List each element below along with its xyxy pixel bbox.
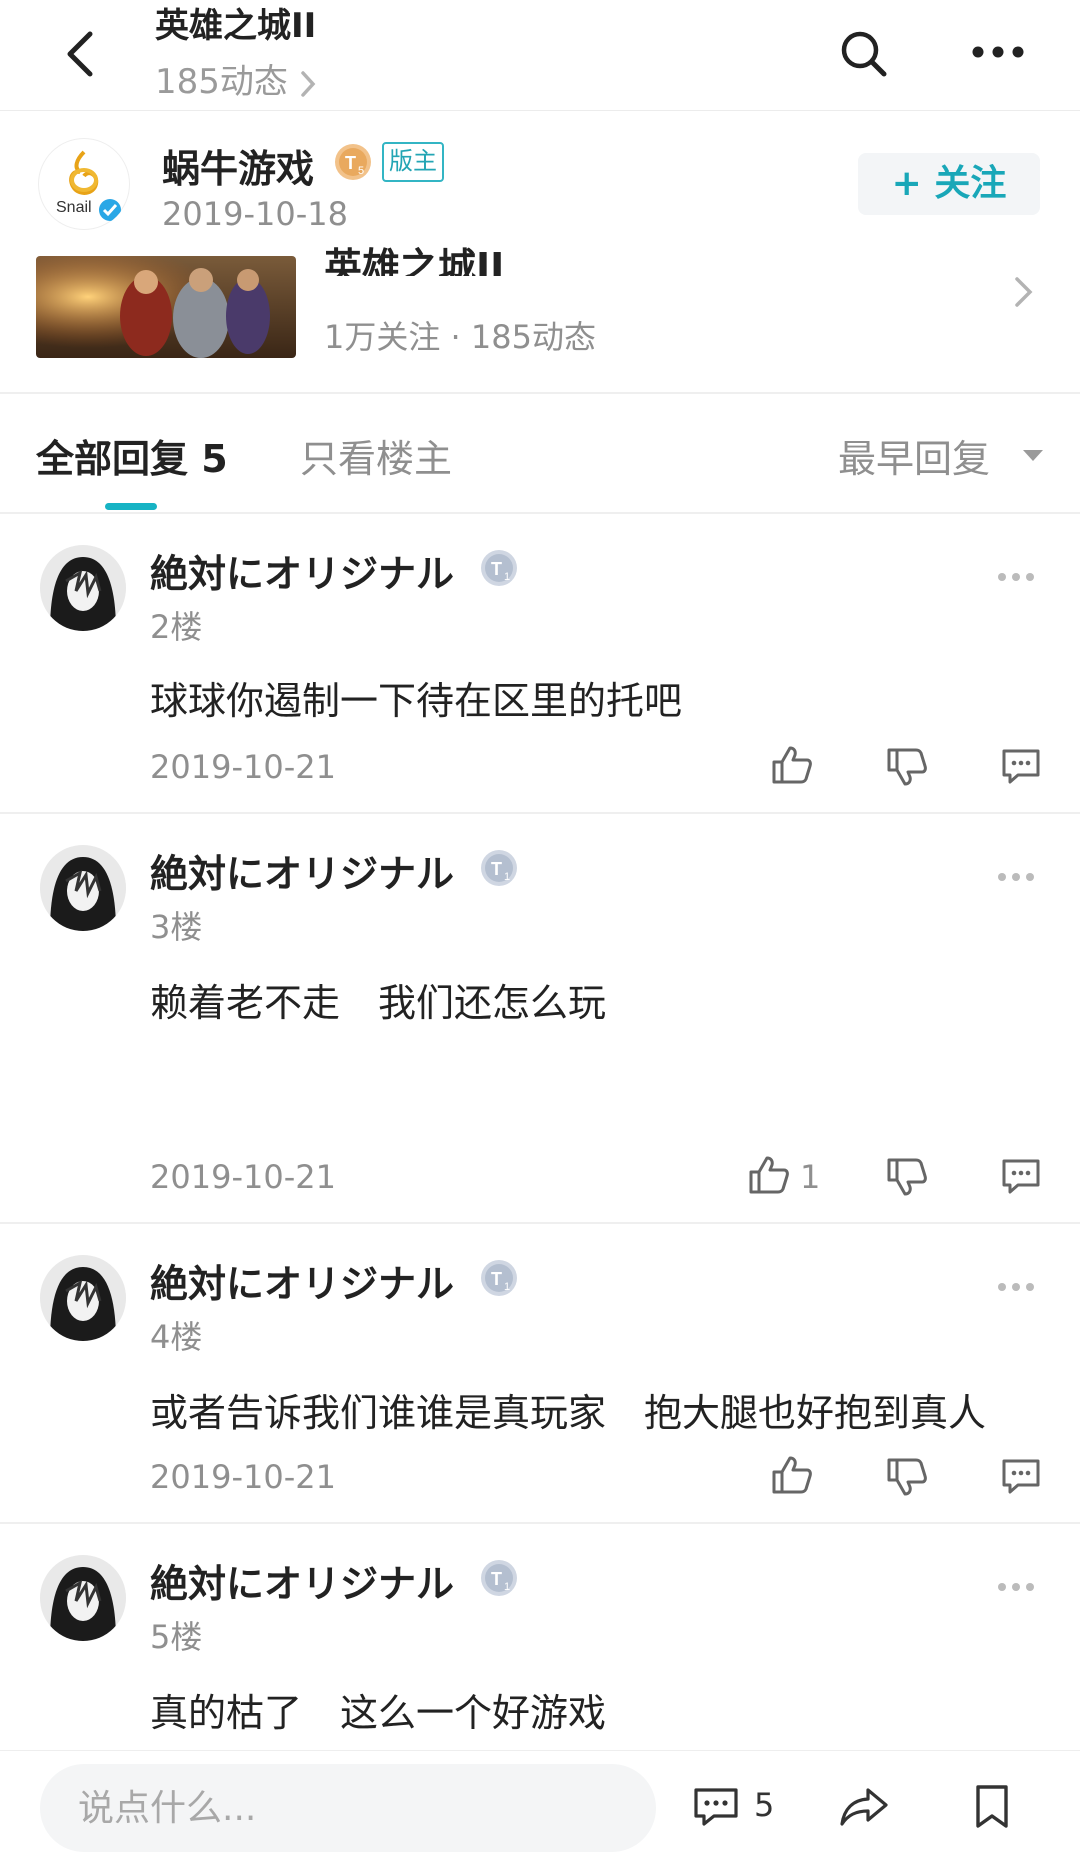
bookmark-icon[interactable] <box>974 1784 1010 1830</box>
level-badge-icon: T1 <box>479 848 519 888</box>
svg-text:T: T <box>491 1269 502 1289</box>
author-name[interactable]: 蜗牛游戏 <box>162 138 314 193</box>
comment-floor: 4楼 <box>150 1318 203 1356</box>
subtitle-text: 185动态 <box>155 62 288 102</box>
page-subtitle[interactable]: 185动态 <box>155 54 319 103</box>
comment-text: 球球你遏制一下待在区里的托吧 <box>150 679 683 723</box>
svg-text:1: 1 <box>504 571 510 583</box>
svg-text:T: T <box>345 153 356 173</box>
svg-text:T: T <box>491 859 502 879</box>
comment-date: 2019-10-21 <box>150 1158 336 1196</box>
level-badge-icon: T1 <box>479 548 519 588</box>
comment-text: 真的枯了 这么一个好游戏 <box>150 1691 607 1735</box>
tab-owner-only[interactable]: 只看楼主 <box>300 428 452 483</box>
chevron-right-icon[interactable] <box>1012 274 1036 310</box>
avatar[interactable] <box>40 1555 126 1641</box>
dislike-icon[interactable] <box>886 1457 928 1497</box>
comment-text: 或者告诉我们谁谁是真玩家 抱大腿也好抱到真人 <box>150 1391 987 1435</box>
svg-text:1: 1 <box>504 871 510 883</box>
comment-icon[interactable] <box>692 1786 740 1828</box>
level-badge-icon: T1 <box>479 1258 519 1298</box>
comment-floor: 3楼 <box>150 908 203 946</box>
svg-text:T: T <box>491 559 502 579</box>
share-icon[interactable] <box>838 1786 890 1828</box>
more-dots-icon[interactable] <box>996 571 1036 583</box>
comment-floor: 2楼 <box>150 608 203 646</box>
comment-reply-icon[interactable] <box>1000 1457 1042 1497</box>
chevron-right-icon <box>299 69 319 99</box>
more-dots-icon[interactable] <box>970 38 1026 66</box>
level-badge-icon: T5 <box>333 142 373 182</box>
svg-text:T: T <box>491 1569 502 1589</box>
divider <box>0 392 1080 394</box>
game-stats: 1万关注 · 185动态 <box>324 318 596 356</box>
author-avatar[interactable]: Snail <box>38 138 130 230</box>
caret-down-icon[interactable] <box>1022 448 1044 462</box>
post-date: 2019-10-18 <box>162 195 348 233</box>
tab-indicator <box>105 503 157 510</box>
avatar[interactable] <box>40 845 126 931</box>
like-icon[interactable] <box>748 1155 790 1195</box>
comment-count: 5 <box>754 1786 775 1824</box>
author-avatar-logo: Snail <box>56 199 92 216</box>
comment-date: 2019-10-21 <box>150 748 336 786</box>
avatar[interactable] <box>40 545 126 631</box>
page-title: 英雄之城II <box>155 6 317 46</box>
comment-reply-icon[interactable] <box>1000 747 1042 787</box>
comment-author-name[interactable]: 絶対にオリジナル <box>150 543 454 598</box>
more-dots-icon[interactable] <box>996 1581 1036 1593</box>
sort-dropdown[interactable]: 最早回复 <box>838 428 990 483</box>
follow-button[interactable]: + 关注 <box>858 153 1040 215</box>
comment-text: 赖着老不走 我们还怎么玩 <box>150 981 607 1025</box>
moderator-badge: 版主 <box>382 142 444 182</box>
search-icon[interactable] <box>838 28 890 80</box>
svg-text:1: 1 <box>504 1281 510 1293</box>
comment-date: 2019-10-21 <box>150 1458 336 1496</box>
more-dots-icon[interactable] <box>996 871 1036 883</box>
dislike-icon[interactable] <box>886 1157 928 1197</box>
avatar[interactable] <box>40 1255 126 1341</box>
more-dots-icon[interactable] <box>996 1281 1036 1293</box>
svg-text:5: 5 <box>358 165 364 177</box>
comment-floor: 5楼 <box>150 1618 203 1656</box>
divider <box>0 1222 1080 1224</box>
tab-all-replies[interactable]: 全部回复 5 <box>36 428 228 483</box>
comment-author-name[interactable]: 絶対にオリジナル <box>150 1553 454 1608</box>
divider <box>0 512 1080 514</box>
comment-author-name[interactable]: 絶対にオリジナル <box>150 1253 454 1308</box>
divider <box>0 1522 1080 1524</box>
game-name[interactable]: 英雄之城II <box>324 236 504 276</box>
like-icon[interactable] <box>771 745 813 785</box>
like-icon[interactable] <box>771 1455 813 1495</box>
like-count: 1 <box>800 1158 821 1196</box>
comment-reply-icon[interactable] <box>1000 1157 1042 1197</box>
level-badge-icon: T1 <box>479 1558 519 1598</box>
game-thumbnail[interactable] <box>36 256 296 358</box>
dislike-icon[interactable] <box>886 747 928 787</box>
comment-author-name[interactable]: 絶対にオリジナル <box>150 843 454 898</box>
reply-input[interactable] <box>40 1764 656 1852</box>
back-arrow-icon[interactable] <box>60 28 104 80</box>
divider <box>0 812 1080 814</box>
svg-text:1: 1 <box>504 1581 510 1593</box>
